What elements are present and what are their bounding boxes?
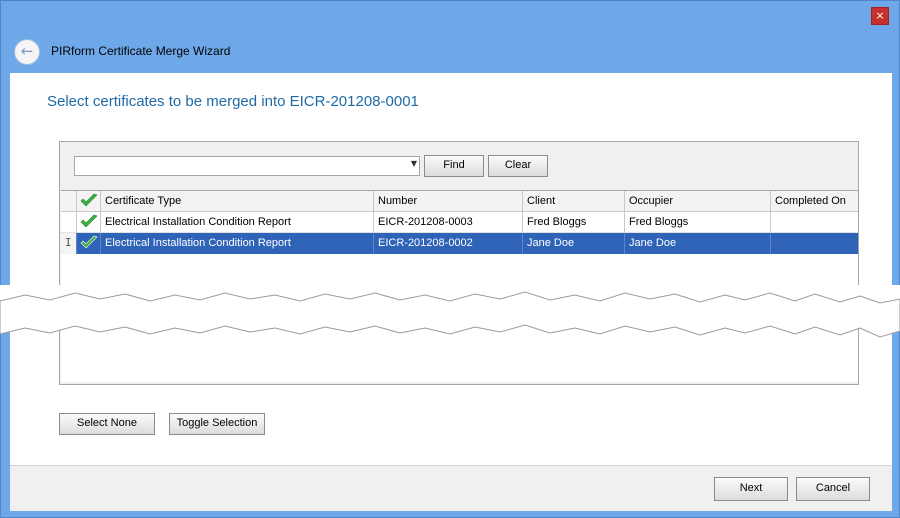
header-occupier[interactable]: Occupier bbox=[625, 191, 771, 212]
cell-client: Fred Bloggs bbox=[523, 212, 625, 233]
row-indicator: I bbox=[61, 233, 77, 254]
check-icon bbox=[80, 193, 98, 207]
search-combo[interactable]: ▼ bbox=[74, 156, 420, 176]
back-arrow-icon: ← bbox=[20, 42, 34, 60]
cell-number: EICR-201208-0002 bbox=[374, 233, 523, 254]
close-button[interactable]: × bbox=[871, 7, 889, 25]
toggle-selection-button[interactable]: Toggle Selection bbox=[169, 413, 265, 435]
header-check-column[interactable] bbox=[77, 191, 101, 212]
header-certificate-type[interactable]: Certificate Type bbox=[101, 191, 374, 212]
cell-occupier: Jane Doe bbox=[625, 233, 771, 254]
grid-header: Certificate Type Number Client Occupier … bbox=[61, 191, 858, 212]
cell-completed-on bbox=[771, 233, 858, 254]
page-heading: Select certificates to be merged into EI… bbox=[47, 93, 419, 110]
wizard-window: × ← PIRform Certificate Merge Wizard Sel… bbox=[0, 0, 900, 518]
row-indicator bbox=[61, 212, 77, 233]
check-icon bbox=[80, 214, 98, 228]
find-button[interactable]: Find bbox=[424, 155, 484, 177]
check-icon bbox=[80, 235, 98, 249]
dropdown-arrow-icon[interactable]: ▼ bbox=[411, 159, 417, 168]
back-button[interactable]: ← bbox=[14, 39, 40, 65]
cancel-button[interactable]: Cancel bbox=[796, 477, 870, 501]
header-completed-on[interactable]: Completed On bbox=[771, 191, 858, 212]
cell-certificate-type: Electrical Installation Condition Report bbox=[101, 212, 374, 233]
header-number[interactable]: Number bbox=[374, 191, 523, 212]
row-checkbox[interactable] bbox=[77, 233, 101, 254]
header-row-indicator bbox=[61, 191, 77, 212]
header-client[interactable]: Client bbox=[523, 191, 625, 212]
row-checkbox[interactable] bbox=[77, 212, 101, 233]
cell-certificate-type: Electrical Installation Condition Report bbox=[101, 233, 374, 254]
cell-client: Jane Doe bbox=[523, 233, 625, 254]
text-cursor-icon: I bbox=[65, 236, 72, 249]
table-row-selected[interactable]: I Electrical Installation Condition Repo… bbox=[61, 233, 858, 254]
table-row[interactable]: Electrical Installation Condition Report… bbox=[61, 212, 858, 233]
title-bar: × ← PIRform Certificate Merge Wizard bbox=[1, 1, 899, 71]
certificate-grid: Certificate Type Number Client Occupier … bbox=[61, 190, 858, 382]
cell-occupier: Fred Bloggs bbox=[625, 212, 771, 233]
wizard-footer: Next Cancel bbox=[10, 465, 892, 511]
wizard-content: Select certificates to be merged into EI… bbox=[10, 73, 892, 465]
select-none-button[interactable]: Select None bbox=[59, 413, 155, 435]
clear-button[interactable]: Clear bbox=[488, 155, 548, 177]
cell-number: EICR-201208-0003 bbox=[374, 212, 523, 233]
cell-completed-on bbox=[771, 212, 858, 233]
certificate-panel: ▼ Find Clear Certificate Type Number Cli… bbox=[59, 141, 859, 385]
next-button[interactable]: Next bbox=[714, 477, 788, 501]
window-title: PIRform Certificate Merge Wizard bbox=[51, 44, 231, 58]
